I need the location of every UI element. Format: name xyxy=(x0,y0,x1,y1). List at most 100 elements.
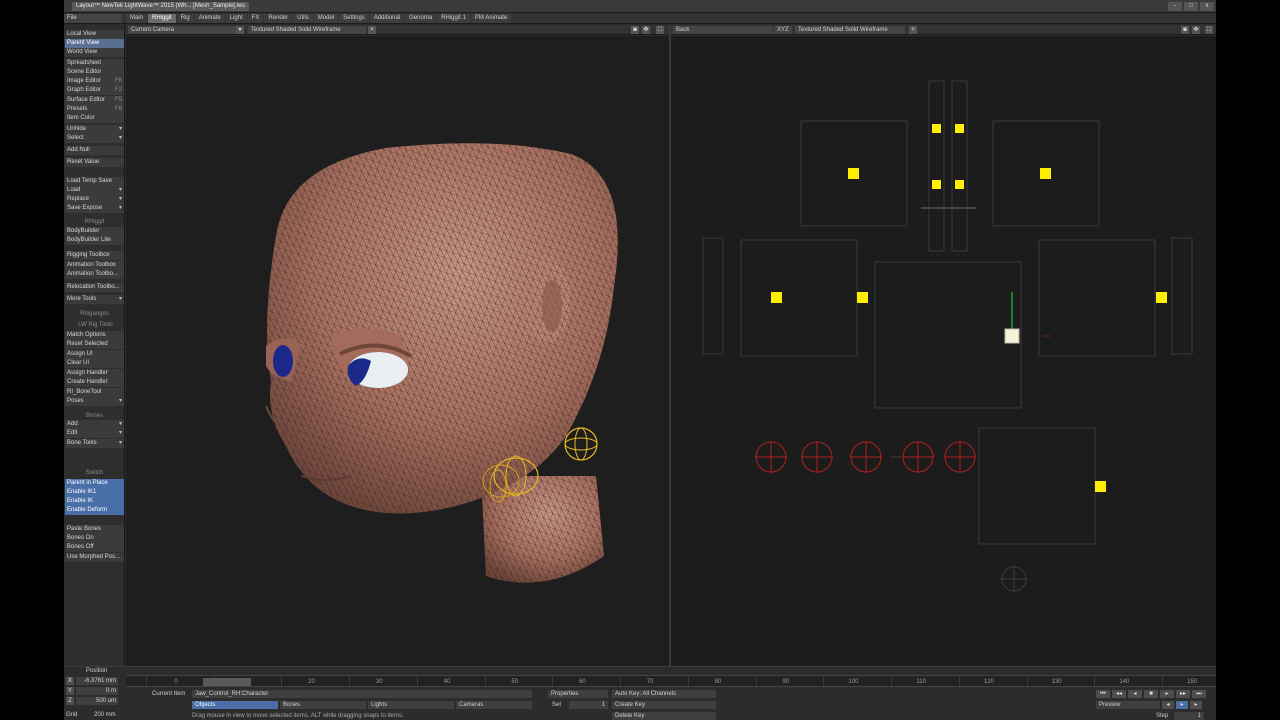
x-position-field[interactable]: -6.3761 mm xyxy=(76,677,118,685)
stop-button[interactable]: ■ xyxy=(1144,690,1158,698)
close-view-icon[interactable]: × xyxy=(909,26,917,34)
next-key-button[interactable]: ▸▸ xyxy=(1176,690,1190,698)
create-key-button[interactable]: Create Key xyxy=(612,701,716,709)
toolbar-reset-selected[interactable]: Reset Selected xyxy=(65,340,124,349)
menu-tab-light[interactable]: Light xyxy=(225,14,247,23)
prev-key-button[interactable]: ◂◂ xyxy=(1112,690,1126,698)
toolbar-scene-editor[interactable]: Scene Editor xyxy=(65,68,124,77)
set-frame-field[interactable]: 1 xyxy=(569,701,608,709)
menu-tab-model[interactable]: Model xyxy=(313,14,339,23)
play-button[interactable]: ▸ xyxy=(1160,690,1174,698)
axis-select[interactable]: XYZ xyxy=(774,26,792,34)
view-select[interactable]: Back xyxy=(673,26,773,34)
current-item-select[interactable]: Jaw_Control_RH:Character xyxy=(192,690,532,698)
toolbar-assign-handler[interactable]: Assign Handler xyxy=(65,369,124,378)
toolbar-ri-bonetool[interactable]: RI_BoneTool xyxy=(65,388,124,397)
toolbar-surface-editor[interactable]: Surface Editor F5 xyxy=(65,96,124,105)
toolbar-poses[interactable]: Poses ▾ xyxy=(65,397,124,406)
maximize-view-icon[interactable]: ⛶ xyxy=(656,26,664,34)
menu-tab-rhiggit-1[interactable]: RHiggit 1 xyxy=(437,14,470,23)
toolbar-match-options[interactable]: Match Options xyxy=(65,331,124,340)
move-view-icon[interactable]: ✥ xyxy=(1192,26,1200,34)
current-frame-thumb[interactable] xyxy=(203,678,252,686)
toolbar-replace[interactable]: Replace ▾ xyxy=(65,195,124,204)
toolbar-add[interactable]: Add ▾ xyxy=(65,420,124,429)
toolbar-load[interactable]: Load ▾ xyxy=(65,186,124,195)
toolbar-more-tools[interactable]: More Tools ▾ xyxy=(65,295,124,304)
step-field[interactable]: 1 xyxy=(1174,712,1204,720)
menu-tab-main[interactable]: Main xyxy=(126,14,148,23)
toolbar-add-null[interactable]: Add Null xyxy=(65,146,124,155)
next-frame-button[interactable]: ▸ xyxy=(1190,701,1202,709)
camera-icon[interactable]: ◙ xyxy=(1181,26,1189,34)
toolbar-use-morphed-pos[interactable]: Use Morphed Pos... xyxy=(65,553,124,562)
toolbar-select[interactable]: Select ▾ xyxy=(65,134,124,143)
toolbar-item-color[interactable]: Item Color xyxy=(65,114,124,123)
menu-tab-settings[interactable]: Settings xyxy=(339,14,369,23)
toolbar-reset-value[interactable]: Reset Value xyxy=(65,158,124,167)
play-forward-button[interactable]: ▸ xyxy=(1176,701,1188,709)
red-crosshair-controls[interactable] xyxy=(755,441,976,473)
toolbar-rigging-toolbox[interactable]: Rigging Toolbox xyxy=(65,251,124,260)
maximize-view-icon[interactable]: ⛶ xyxy=(1205,26,1213,34)
filter-cameras[interactable]: Cameras xyxy=(456,701,532,709)
properties-button[interactable]: Properties xyxy=(548,690,608,698)
minimize-button[interactable]: - xyxy=(1168,2,1182,11)
render-mode-select-right[interactable]: Textured Shaded Solid Wireframe xyxy=(795,26,905,34)
toolbar-enable-deform[interactable]: Enable Deform xyxy=(65,506,124,515)
center-handle[interactable] xyxy=(1004,328,1020,344)
toolbar-parent-view[interactable]: Parent View xyxy=(65,39,124,48)
toolbar-bodybuilder-lite[interactable]: BodyBuilder Lite xyxy=(65,236,124,245)
camera-icon[interactable]: ◙ xyxy=(631,26,639,34)
move-view-icon[interactable]: ✥ xyxy=(642,26,650,34)
toolbar-bodybuilder[interactable]: BodyBuilder xyxy=(65,227,124,236)
toolbar-presets[interactable]: Presets F8 xyxy=(65,105,124,114)
toolbar-world-view[interactable]: World View xyxy=(65,48,124,57)
maximize-button[interactable]: □ xyxy=(1184,2,1198,11)
toolbar-image-editor[interactable]: Image Editor F6 xyxy=(65,77,124,86)
filter-objects[interactable]: Objects xyxy=(192,701,278,709)
z-axis-toggle[interactable]: Z xyxy=(66,697,74,705)
z-position-field[interactable]: 500 um xyxy=(76,697,118,705)
toolbar-enable-ik1[interactable]: Enable IK1 xyxy=(65,488,124,497)
toolbar-graph-editor[interactable]: Graph Editor F2 xyxy=(65,86,124,95)
toolbar-bone-tools[interactable]: Bone Tools ▾ xyxy=(65,439,124,448)
toolbar-assign-ui[interactable]: Assign UI xyxy=(65,350,124,359)
menu-tab-pm-animate[interactable]: PM Animate xyxy=(470,14,512,23)
last-frame-button[interactable]: ⏭ xyxy=(1192,690,1206,698)
toolbar-save-expose[interactable]: Save Expose ▾ xyxy=(65,204,124,213)
origin-crosshair[interactable] xyxy=(1000,565,1028,593)
menu-tab-genoma[interactable]: Genoma xyxy=(405,14,437,23)
toolbar-create-handler[interactable]: Create Handler xyxy=(65,378,124,387)
toolbar-paste-bones[interactable]: Paste Bones xyxy=(65,525,124,534)
prev-frame-button[interactable]: ◂ xyxy=(1162,701,1174,709)
toolbar-spreadsheet[interactable]: Spreadsheet xyxy=(65,59,124,68)
menu-tab-rig[interactable]: Rig xyxy=(176,14,194,23)
toolbar-animation-toolbo[interactable]: Animation Toolbo... xyxy=(65,270,124,279)
delete-key-button[interactable]: Delete Key xyxy=(612,712,716,720)
toolbar-animation-toolbox[interactable]: Animation Toolbox xyxy=(65,261,124,270)
camera-select[interactable]: Current Camera xyxy=(128,26,244,34)
close-view-icon[interactable]: × xyxy=(368,26,376,34)
toolbar-unhide[interactable]: Unhide ▾ xyxy=(65,125,124,134)
toolbar-bones-on[interactable]: Bones On xyxy=(65,534,124,543)
menu-tab-additional[interactable]: Additional xyxy=(369,14,405,23)
close-button[interactable]: x xyxy=(1200,2,1214,11)
toolbar-clear-ui[interactable]: Clear UI xyxy=(65,359,124,368)
y-position-field[interactable]: 0 m xyxy=(76,687,118,695)
menu-tab-fx[interactable]: FX xyxy=(247,14,264,23)
timeline-slider[interactable]: 0102030405060708090100110120130140150 xyxy=(126,675,1216,688)
render-mode-select[interactable]: Textured Shaded Solid Wireframe xyxy=(248,26,366,34)
filter-lights[interactable]: Lights xyxy=(368,701,454,709)
filter-bones[interactable]: Bones xyxy=(280,701,366,709)
play-reverse-button[interactable]: ◂ xyxy=(1128,690,1142,698)
toolbar-local-view[interactable]: Local View xyxy=(65,30,124,39)
toolbar-edit[interactable]: Edit ▾ xyxy=(65,429,124,438)
toolbar-bones-off[interactable]: Bones Off xyxy=(65,543,124,552)
toolbar-parent-in-place[interactable]: Parent in Place xyxy=(65,479,124,488)
auto-key-toggle[interactable]: Auto Key: All Channels xyxy=(612,690,716,698)
toolbar-relocation-toolbo[interactable]: Relocation Toolbo... xyxy=(65,283,124,292)
menu-tab-rhiggit[interactable]: RHiggit xyxy=(148,14,176,23)
x-axis-toggle[interactable]: X xyxy=(66,677,74,685)
back-viewport[interactable] xyxy=(671,36,1216,666)
